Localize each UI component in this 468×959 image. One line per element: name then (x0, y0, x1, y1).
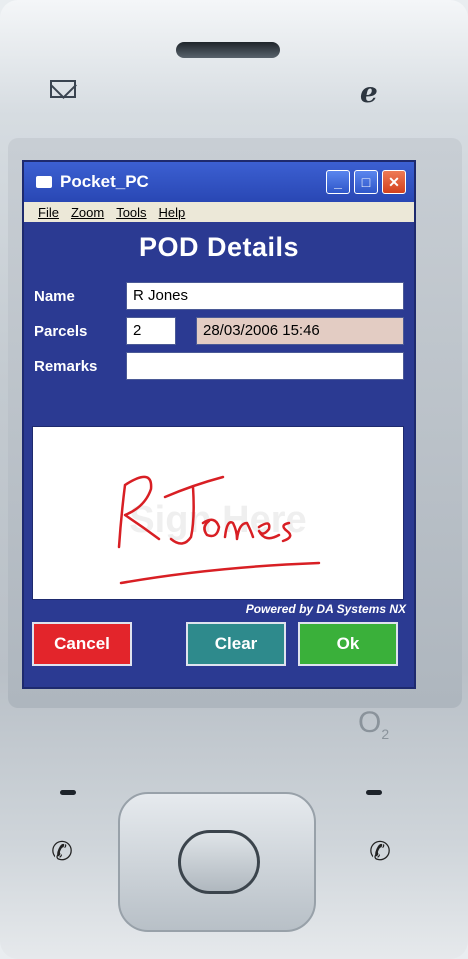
menu-bar: File Zoom Tools Help (24, 202, 414, 222)
mail-icon[interactable] (50, 80, 76, 98)
name-row: Name R Jones (32, 282, 406, 312)
windows-logo-icon (36, 176, 52, 188)
ok-button[interactable]: Ok (298, 622, 398, 666)
menu-tools[interactable]: Tools (116, 205, 146, 220)
window-titlebar: Pocket_PC _ □ ✕ (24, 162, 414, 202)
name-label: Name (34, 288, 75, 305)
parcels-field[interactable]: 2 (126, 317, 176, 345)
parcels-row: Parcels 2 28/03/2006 15:46 (32, 317, 406, 347)
page-title: POD Details (138, 231, 300, 262)
left-softkey[interactable] (60, 790, 76, 795)
earpiece-speaker (176, 42, 280, 58)
maximize-button[interactable]: □ (354, 170, 378, 194)
close-button[interactable]: ✕ (382, 170, 406, 194)
menu-zoom[interactable]: Zoom (71, 205, 104, 220)
parcels-label: Parcels (34, 323, 88, 340)
remarks-label: Remarks (34, 358, 98, 375)
menu-help[interactable]: Help (159, 205, 186, 220)
window-controls: _ □ ✕ (326, 170, 406, 194)
minimize-button[interactable]: _ (326, 170, 350, 194)
timestamp-field: 28/03/2006 15:46 (196, 317, 404, 345)
o2-logo: O2 (358, 706, 389, 742)
menu-file[interactable]: File (38, 205, 59, 220)
signature-pad[interactable]: Sign Here (32, 426, 404, 600)
call-answer-icon[interactable]: ✆ (42, 832, 82, 872)
window-title: Pocket_PC (60, 172, 149, 191)
remarks-field[interactable] (126, 352, 404, 380)
app-screen: Pocket_PC _ □ ✕ File Zoom Tools Help POD… (22, 160, 416, 689)
cancel-button[interactable]: Cancel (32, 622, 132, 666)
pocket-pc-device: e Pocket_PC _ □ ✕ File Zoom Tools Help P… (0, 0, 468, 959)
right-softkey[interactable] (366, 790, 382, 795)
name-field[interactable]: R Jones (126, 282, 404, 310)
hardware-keypad: ✆ ✆ (0, 760, 468, 959)
dpad-center-button[interactable] (178, 830, 260, 894)
internet-explorer-icon[interactable]: e (360, 76, 378, 109)
clear-button[interactable]: Clear (186, 622, 286, 666)
powered-by-text: Powered by DA Systems NX (245, 602, 406, 616)
remarks-row: Remarks (32, 352, 406, 382)
o2-logo-letter: O (358, 706, 382, 739)
navigation-dpad[interactable] (118, 792, 316, 932)
call-end-icon[interactable]: ✆ (360, 832, 400, 872)
o2-logo-sub: 2 (381, 726, 390, 742)
signature-ink (117, 475, 321, 585)
